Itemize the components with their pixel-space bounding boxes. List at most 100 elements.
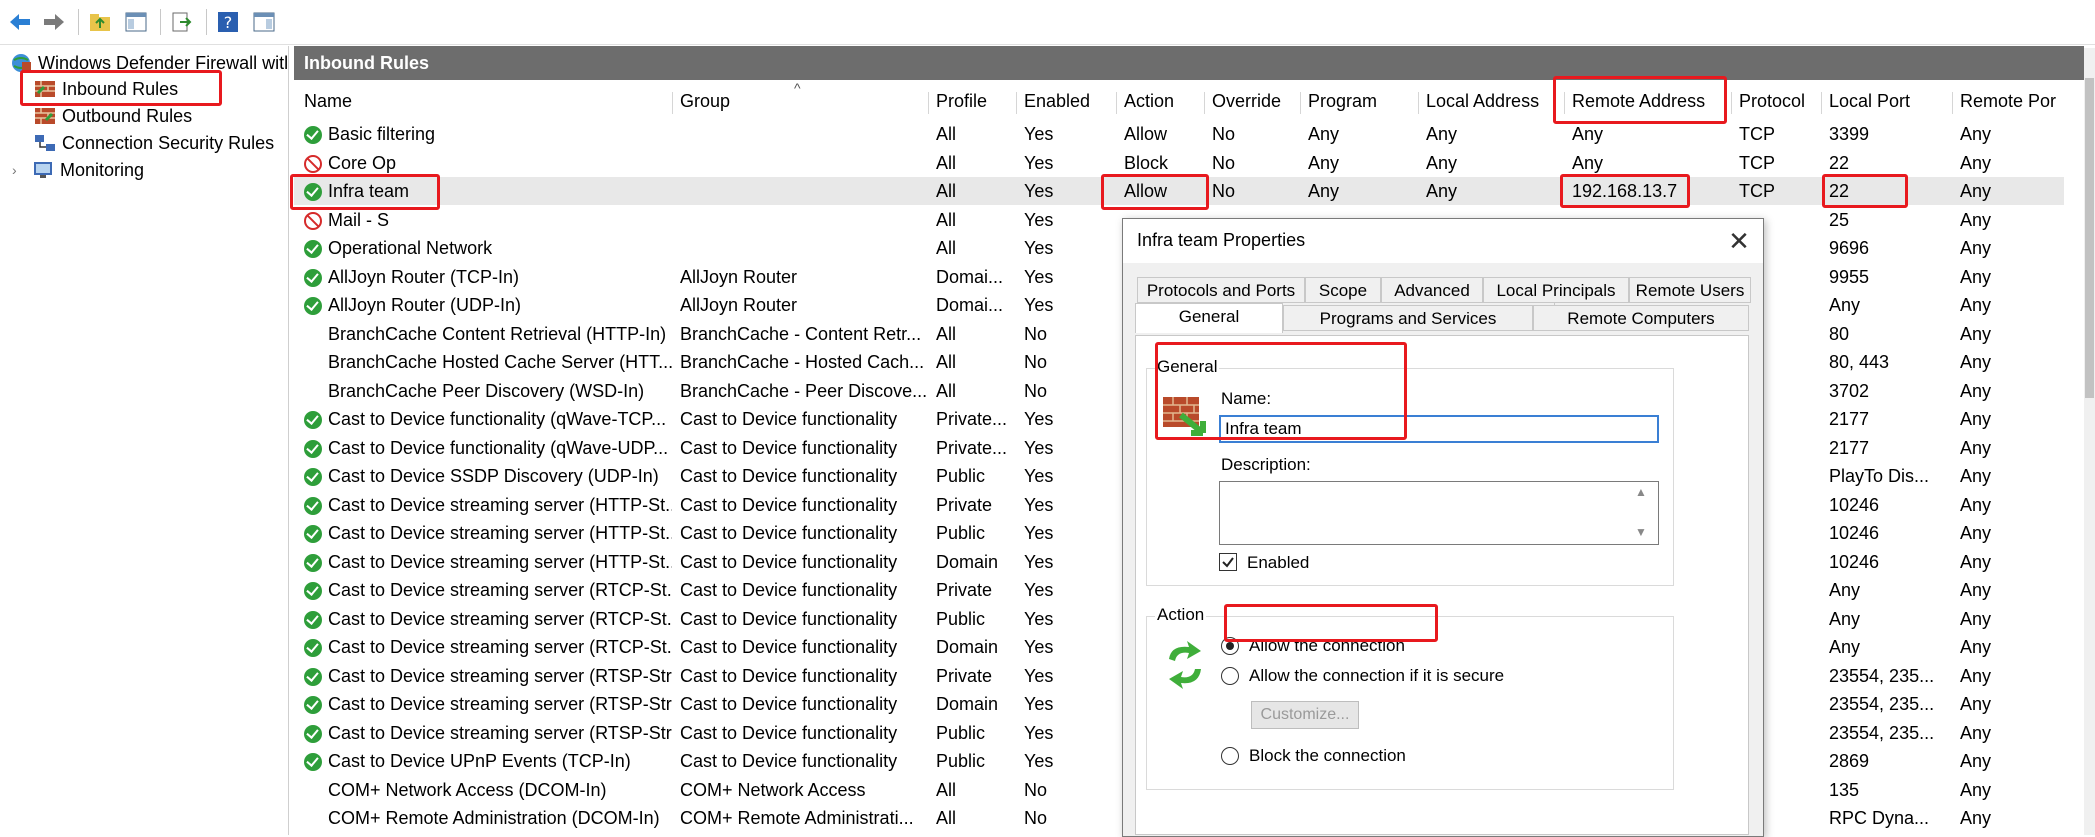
header-col-name[interactable]: Name [304,86,674,116]
cell-remote-port: Any [1960,637,1992,657]
customize-button[interactable]: Customize... [1251,701,1359,729]
column-separator[interactable] [928,92,929,114]
toolbar: ? [0,0,2095,45]
column-separator[interactable] [1016,92,1017,114]
enabled-checkbox[interactable] [1219,553,1237,571]
cell-profile: Private... [936,409,1008,429]
description-textarea[interactable] [1219,481,1659,545]
back-arrow-icon[interactable] [6,8,34,36]
cell-profile: Private [936,665,993,686]
allow-check-icon [304,411,322,429]
header-col-protocol[interactable]: Protocol [1739,86,1823,116]
help-icon[interactable]: ? [214,8,242,36]
up-folder-icon[interactable] [86,8,114,36]
scroll-up-icon[interactable]: ▲ [1635,485,1647,499]
column-separator[interactable] [672,92,673,114]
table-row[interactable]: Core Op All Yes Block No Any Any Any TCP 22 Any [294,149,2064,177]
cell-local-port: 22 [1829,152,1850,173]
scrollbar-thumb[interactable] [2085,78,2094,398]
tab-programs-and-services[interactable]: Programs and Services [1283,305,1533,331]
outbound-rules-icon [35,108,55,124]
cell-enabled: Yes [1024,665,1054,686]
block-connection-radio[interactable] [1221,747,1239,765]
checkmark-icon [1222,557,1234,568]
header-col-local-address[interactable]: Local Address [1426,86,1566,116]
tree-item-inbound-rules[interactable]: Inbound Rules [34,76,178,102]
console-tree-icon[interactable] [122,8,150,36]
column-separator[interactable] [1821,92,1822,114]
close-button[interactable]: ✕ [1723,225,1755,257]
cell-remote-port: Any [1960,608,1992,629]
cell-name: Cast to Device UPnP Events (TCP-In) [328,751,631,771]
tab-protocols-and-ports[interactable]: Protocols and Ports [1137,277,1305,303]
name-input[interactable] [1219,415,1659,443]
tab-scope[interactable]: Scope [1305,277,1381,303]
column-separator[interactable] [1564,92,1565,114]
cell-remote-port: Any [1960,494,1992,515]
header-col-remote-address[interactable]: Remote Address [1572,86,1733,116]
cell-group: BranchCache - Peer Discove... [680,380,928,401]
cell-name: Basic filtering [328,124,436,144]
cell-local-address: Any [1426,152,1458,173]
cell-profile: Domain [936,551,999,572]
cell-remote-address: Any [1572,124,1604,144]
cell-profile: All [936,352,957,372]
header-col-remote-port[interactable]: Remote Por [1960,86,2078,116]
column-separator[interactable] [1300,92,1301,114]
header-col-profile[interactable]: Profile [936,86,1018,116]
action-pane-icon[interactable] [250,8,278,36]
allow-check-icon [304,439,322,458]
cell-action: Block [1124,152,1169,173]
cell-enabled: Yes [1024,238,1054,258]
cell-group: Cast to Device functionality [680,580,898,600]
grid-header: Name Group Profile Enabled Action Override Pro… [294,80,2084,116]
allow-connection-radio[interactable] [1221,637,1239,655]
tab-advanced[interactable]: Advanced [1381,277,1483,303]
tab-remote-computers[interactable]: Remote Computers [1533,305,1749,331]
cell-local-port: 9696 [1829,238,1870,258]
forward-arrow-icon[interactable] [40,8,68,36]
cell-remote-port: Any [1960,466,1992,486]
cell-local-port: 10246 [1829,551,1880,572]
cell-protocol: TCP [1739,152,1775,173]
export-list-icon[interactable] [168,8,196,36]
header-col-enabled[interactable]: Enabled [1024,86,1118,116]
tab-general[interactable]: General [1135,303,1283,333]
sort-arrow-icon: ^ [794,80,801,96]
header-col-override[interactable]: Override [1212,86,1302,116]
cell-name: COM+ Remote Administration (DCOM-In) [328,808,660,828]
tab-local-principals[interactable]: Local Principals [1483,277,1629,303]
header-col-action[interactable]: Action [1124,86,1206,116]
allow-if-secure-radio[interactable] [1221,667,1239,685]
column-separator[interactable] [1731,92,1732,114]
table-row[interactable]: Basic filtering All Yes Allow No Any Any Any TCP… [294,120,2064,148]
cell-override: No [1212,124,1236,144]
tree-item-connection-security-rules[interactable]: Connection Security Rules [34,130,274,156]
scroll-down-icon[interactable]: ▼ [1635,525,1647,539]
column-separator[interactable] [1204,92,1205,114]
cell-group: Cast to Device functionality [680,551,898,572]
header-col-program[interactable]: Program [1308,86,1420,116]
cell-remote-port: Any [1960,380,1992,401]
cell-profile: Public [936,523,986,543]
expand-chevron-icon[interactable]: › [12,157,26,183]
cell-profile: Private... [936,437,1008,458]
cell-name: AllJoyn Router (TCP-In) [328,266,520,287]
block-icon [304,154,322,173]
cell-name: AllJoyn Router (UDP-In) [328,295,522,315]
cell-remote-port: Any [1960,409,1992,429]
header-col-local-port[interactable]: Local Port [1829,86,1954,116]
column-separator[interactable] [1418,92,1419,114]
table-row[interactable]: Infra team All Yes Allow No Any Any 192.168.13.… [294,177,2064,205]
allow-check-icon [304,753,322,771]
column-separator[interactable] [1952,92,1953,114]
column-separator[interactable] [1116,92,1117,114]
tree-root-firewall[interactable]: Windows Defender Firewall witl [10,50,288,76]
cell-remote-address: Any [1572,152,1604,173]
tree-item-outbound-rules[interactable]: Outbound Rules [34,103,192,129]
cell-profile: All [936,808,957,828]
cell-local-port: 2869 [1829,751,1870,771]
header-col-group[interactable]: Group [680,86,930,116]
tree-item-monitoring[interactable]: › Monitoring [12,157,144,183]
tab-remote-users[interactable]: Remote Users [1629,277,1751,303]
